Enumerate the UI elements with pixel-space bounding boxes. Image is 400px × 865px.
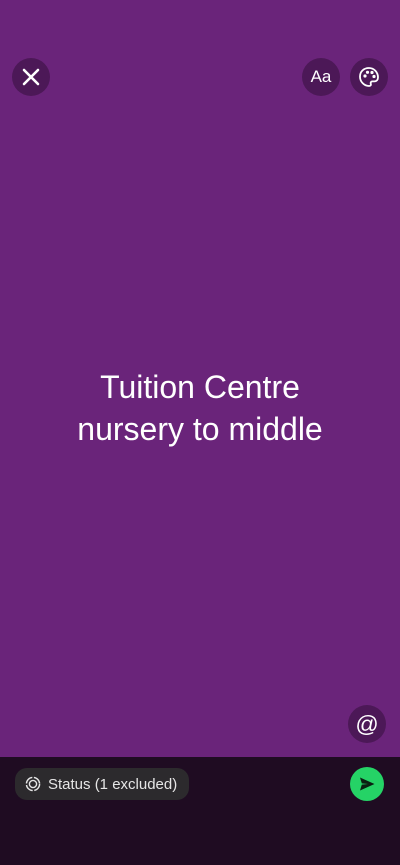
send-icon <box>360 777 375 791</box>
status-audience-chip[interactable]: Status (1 excluded) <box>15 768 190 800</box>
close-icon <box>22 68 40 86</box>
status-text-line-2: nursery to middle <box>77 411 323 447</box>
background-color-button[interactable] <box>350 58 388 96</box>
send-button[interactable] <box>350 767 384 801</box>
font-style-button[interactable]: Aa <box>302 58 340 96</box>
palette-icon <box>359 67 379 87</box>
status-ring-icon <box>25 776 41 792</box>
close-button[interactable] <box>12 58 50 96</box>
status-text-line-1: Tuition Centre <box>100 369 300 405</box>
status-canvas[interactable]: Aa Tuition Centre nursery to middle @ <box>0 0 400 757</box>
mention-button[interactable]: @ <box>348 705 386 743</box>
status-text[interactable]: Tuition Centre nursery to middle <box>20 366 380 450</box>
font-style-label: Aa <box>310 67 332 86</box>
mention-label: @ <box>355 710 379 737</box>
status-audience-label: Status (1 excluded) <box>48 775 178 793</box>
